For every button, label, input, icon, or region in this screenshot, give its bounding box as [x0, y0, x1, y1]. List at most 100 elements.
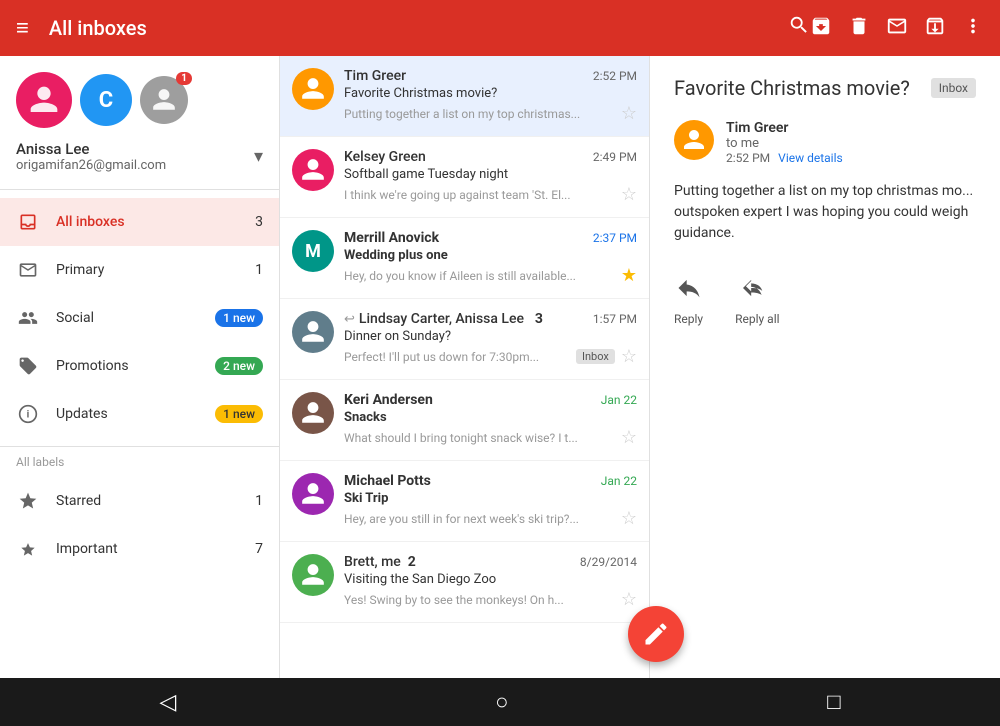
sidebar-item-starred[interactable]: Starred 1 [0, 477, 279, 525]
mark-read-icon[interactable] [886, 15, 908, 42]
email-item-4[interactable]: Keri Andersen Jan 22 Snacks What should … [280, 380, 649, 461]
email-sender-3: ↩ Lindsay Carter, Anissa Lee 3 [344, 311, 543, 327]
recents-nav-icon[interactable]: □ [827, 689, 840, 715]
email-content-6: Brett, me 2 8/29/2014 Visiting the San D… [344, 554, 637, 610]
email-subject-6: Visiting the San Diego Zoo [344, 572, 637, 587]
sidebar-item-primary[interactable]: Primary 1 [0, 246, 279, 294]
top-bar-actions [810, 15, 984, 42]
move-icon[interactable] [924, 15, 946, 42]
view-details-link[interactable]: View details [778, 151, 843, 165]
promotions-icon [16, 354, 40, 378]
email-avatar-2: M [292, 230, 334, 272]
email-preview-5: Hey, are you still in for next week's sk… [344, 512, 615, 526]
primary-label: Primary [56, 262, 255, 278]
detail-to: to me [726, 136, 843, 151]
email-star-4[interactable]: ☆ [621, 427, 637, 448]
reply-icon [675, 274, 703, 308]
email-header-2: Merrill Anovick 2:37 PM [344, 230, 637, 246]
email-preview-row-0: Putting together a list on my top christ… [344, 103, 637, 124]
sidebar: C 1 Anissa Lee origamifan26@gmail.com ▾ [0, 56, 280, 678]
back-nav-icon[interactable]: ◁ [159, 690, 176, 715]
email-item-2[interactable]: M Merrill Anovick 2:37 PM Wedding plus o… [280, 218, 649, 299]
sidebar-item-all-inboxes[interactable]: All inboxes 3 [0, 198, 279, 246]
email-item-6[interactable]: Brett, me 2 8/29/2014 Visiting the San D… [280, 542, 649, 623]
primary-count: 1 [255, 262, 263, 278]
detail-header: Favorite Christmas movie? Inbox [674, 76, 976, 100]
email-preview-2: Hey, do you know if Aileen is still avai… [344, 269, 615, 283]
email-subject-3: Dinner on Sunday? [344, 329, 637, 344]
sidebar-item-updates[interactable]: i Updates 1 new [0, 390, 279, 438]
updates-badge: 1 new [215, 405, 263, 423]
email-header-4: Keri Andersen Jan 22 [344, 392, 637, 408]
email-content-2: Merrill Anovick 2:37 PM Wedding plus one… [344, 230, 637, 286]
email-header-1: Kelsey Green 2:49 PM [344, 149, 637, 165]
updates-icon: i [16, 402, 40, 426]
email-star-2[interactable]: ★ [621, 265, 637, 286]
starred-count: 1 [255, 493, 263, 509]
promotions-badge: 2 new [215, 357, 263, 375]
email-content-0: Tim Greer 2:52 PM Favorite Christmas mov… [344, 68, 637, 124]
reply-button[interactable]: Reply [674, 274, 703, 326]
sidebar-item-important[interactable]: Important 7 [0, 525, 279, 573]
avatar-badge: 1 [176, 72, 192, 85]
second-avatar[interactable]: C [80, 74, 132, 126]
email-subject-5: Ski Trip [344, 491, 637, 506]
reply-all-button[interactable]: Reply all [735, 274, 779, 326]
email-header-0: Tim Greer 2:52 PM [344, 68, 637, 84]
email-preview-row-6: Yes! Swing by to see the monkeys! On h..… [344, 589, 637, 610]
nav-section: All inboxes 3 Primary 1 Social 1 new [0, 190, 279, 446]
main-layout: C 1 Anissa Lee origamifan26@gmail.com ▾ [0, 56, 1000, 678]
email-star-5[interactable]: ☆ [621, 508, 637, 529]
email-preview-4: What should I bring tonight snack wise? … [344, 431, 615, 445]
email-avatar-3 [292, 311, 334, 353]
email-time-4: Jan 22 [601, 393, 637, 407]
email-subject-2: Wedding plus one [344, 248, 637, 263]
dropdown-arrow-icon[interactable]: ▾ [254, 146, 263, 167]
account-info: Anissa Lee origamifan26@gmail.com [16, 140, 254, 173]
email-time-1: 2:49 PM [593, 150, 637, 164]
email-item-3[interactable]: ↩ Lindsay Carter, Anissa Lee 3 1:57 PM D… [280, 299, 649, 380]
email-preview-row-1: I think we're going up against team 'St.… [344, 184, 637, 205]
email-star-0[interactable]: ☆ [621, 103, 637, 124]
menu-icon[interactable]: ≡ [16, 15, 29, 41]
search-icon[interactable] [788, 14, 810, 42]
email-item-1[interactable]: Kelsey Green 2:49 PM Softball game Tuesd… [280, 137, 649, 218]
email-star-1[interactable]: ☆ [621, 184, 637, 205]
all-inboxes-icon [16, 210, 40, 234]
email-subject-0: Favorite Christmas movie? [344, 86, 637, 101]
primary-avatar[interactable] [16, 72, 72, 128]
compose-fab[interactable] [628, 606, 684, 662]
primary-icon [16, 258, 40, 282]
more-icon[interactable] [962, 15, 984, 42]
email-item-5[interactable]: Michael Potts Jan 22 Ski Trip Hey, are y… [280, 461, 649, 542]
promotions-label: Promotions [56, 358, 207, 374]
email-star-6[interactable]: ☆ [621, 589, 637, 610]
email-sender-1: Kelsey Green [344, 149, 426, 165]
email-header-3: ↩ Lindsay Carter, Anissa Lee 3 1:57 PM [344, 311, 637, 327]
home-nav-icon[interactable]: ○ [495, 689, 508, 715]
detail-sender-name: Tim Greer [726, 120, 843, 136]
reply-label: Reply [674, 312, 703, 326]
email-star-3[interactable]: ☆ [621, 346, 637, 367]
email-item-0[interactable]: Tim Greer 2:52 PM Favorite Christmas mov… [280, 56, 649, 137]
email-preview-row-2: Hey, do you know if Aileen is still avai… [344, 265, 637, 286]
email-avatar-4 [292, 392, 334, 434]
archive-icon[interactable] [810, 15, 832, 42]
email-detail: Favorite Christmas movie? Inbox Tim Gree… [650, 56, 1000, 678]
detail-inbox-badge: Inbox [931, 78, 976, 98]
sidebar-item-promotions[interactable]: Promotions 2 new [0, 342, 279, 390]
email-preview-row-3: Perfect! I'll put us down for 7:30pm... … [344, 346, 637, 367]
detail-sender-info: Tim Greer to me 2:52 PM View details [726, 120, 843, 165]
account-email: origamifan26@gmail.com [16, 158, 254, 173]
delete-icon[interactable] [848, 15, 870, 42]
labels-section-label: All labels [0, 447, 279, 477]
sidebar-item-social[interactable]: Social 1 new [0, 294, 279, 342]
email-header-5: Michael Potts Jan 22 [344, 473, 637, 489]
all-inboxes-count: 3 [255, 214, 263, 230]
email-sender-5: Michael Potts [344, 473, 431, 489]
account-avatars: C 1 [16, 72, 263, 128]
detail-avatar [674, 120, 714, 160]
email-list: Tim Greer 2:52 PM Favorite Christmas mov… [280, 56, 650, 678]
email-preview-row-4: What should I bring tonight snack wise? … [344, 427, 637, 448]
starred-label: Starred [56, 493, 255, 509]
